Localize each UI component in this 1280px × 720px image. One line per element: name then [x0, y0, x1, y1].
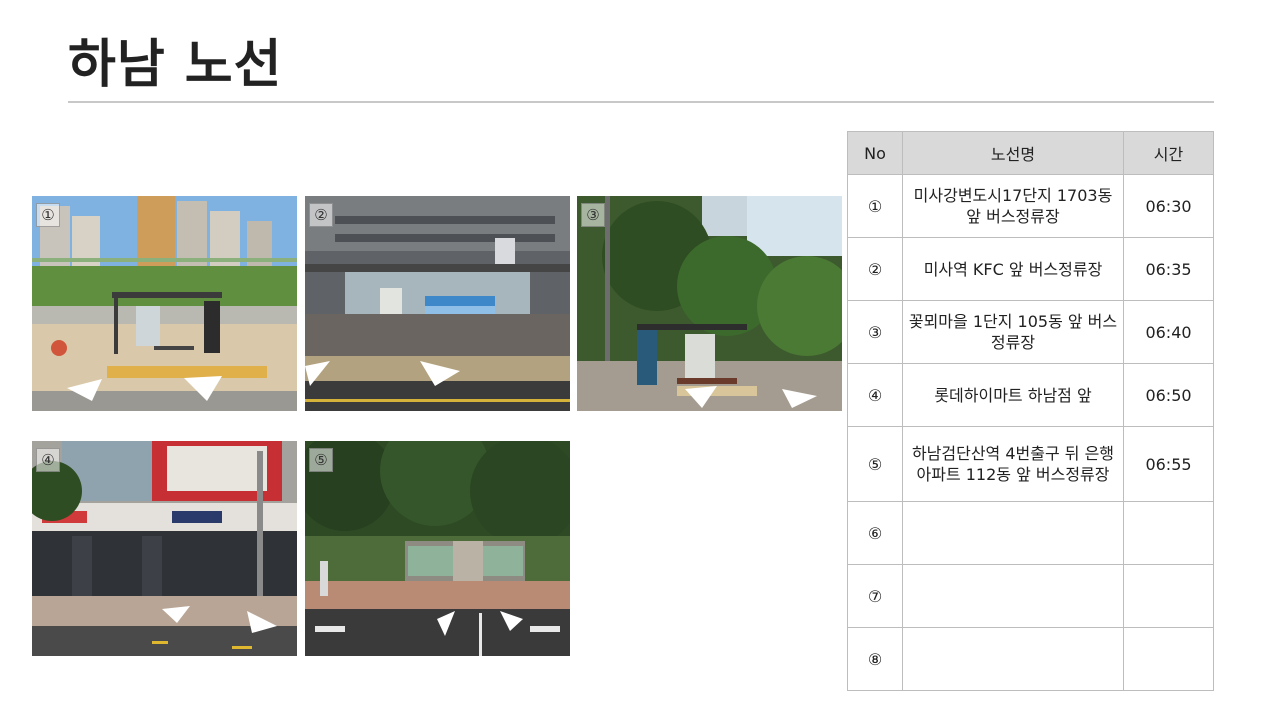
title-divider: [68, 101, 1214, 103]
bus-stop-photo-3: ③: [577, 196, 842, 411]
header-route-name: 노선명: [902, 131, 1124, 175]
bus-stop-photo-1: ①: [32, 196, 297, 411]
table-row: ④ 롯데하이마트 하남점 앞 06:50: [847, 363, 1214, 427]
table-row: ② 미사역 KFC 앞 버스정류장 06:35: [847, 237, 1214, 301]
route-name: [902, 501, 1124, 565]
route-name: [902, 564, 1124, 628]
departure-time: [1123, 564, 1214, 628]
departure-time: 06:50: [1123, 363, 1214, 427]
route-name: 롯데하이마트 하남점 앞: [902, 363, 1124, 427]
page-title: 하남 노선: [68, 35, 283, 95]
bus-stop-photo-5: ⑤: [305, 441, 570, 656]
bus-stop-photo-2: ②: [305, 196, 570, 411]
row-number: ②: [847, 237, 903, 301]
departure-time: 06:55: [1123, 426, 1214, 502]
route-schedule-table: No 노선명 시간 ① 미사강변도시17단지 1703동 앞 버스정류장 06:…: [847, 131, 1214, 691]
photo-number-badge: ⑤: [309, 448, 333, 472]
photo-number-badge: ④: [36, 448, 60, 472]
departure-time: [1123, 627, 1214, 691]
route-name: [902, 627, 1124, 691]
header-time: 시간: [1123, 131, 1214, 175]
row-number: ⑥: [847, 501, 903, 565]
table-row: ⑦: [847, 564, 1214, 628]
row-number: ⑦: [847, 564, 903, 628]
row-number: ①: [847, 174, 903, 238]
row-number: ③: [847, 300, 903, 364]
departure-time: 06:30: [1123, 174, 1214, 238]
row-number: ⑧: [847, 627, 903, 691]
header-no: No: [847, 131, 903, 175]
table-row: ⑥: [847, 501, 1214, 565]
bus-stop-photo-4: ④: [32, 441, 297, 656]
photo-number-badge: ②: [309, 203, 333, 227]
route-name: 미사강변도시17단지 1703동 앞 버스정류장: [902, 174, 1124, 238]
row-number: ④: [847, 363, 903, 427]
row-number: ⑤: [847, 426, 903, 502]
photo-number-badge: ①: [36, 203, 60, 227]
route-name: 하남검단산역 4번출구 뒤 은행아파트 112동 앞 버스정류장: [902, 426, 1124, 502]
table-row: ① 미사강변도시17단지 1703동 앞 버스정류장 06:30: [847, 174, 1214, 238]
departure-time: 06:40: [1123, 300, 1214, 364]
photo-number-badge: ③: [581, 203, 605, 227]
departure-time: 06:35: [1123, 237, 1214, 301]
table-row: ⑤ 하남검단산역 4번출구 뒤 은행아파트 112동 앞 버스정류장 06:55: [847, 426, 1214, 502]
route-name: 꽃뫼마을 1단지 105동 앞 버스정류장: [902, 300, 1124, 364]
departure-time: [1123, 501, 1214, 565]
table-header-row: No 노선명 시간: [847, 131, 1214, 175]
route-name: 미사역 KFC 앞 버스정류장: [902, 237, 1124, 301]
table-row: ③ 꽃뫼마을 1단지 105동 앞 버스정류장 06:40: [847, 300, 1214, 364]
table-row: ⑧: [847, 627, 1214, 691]
